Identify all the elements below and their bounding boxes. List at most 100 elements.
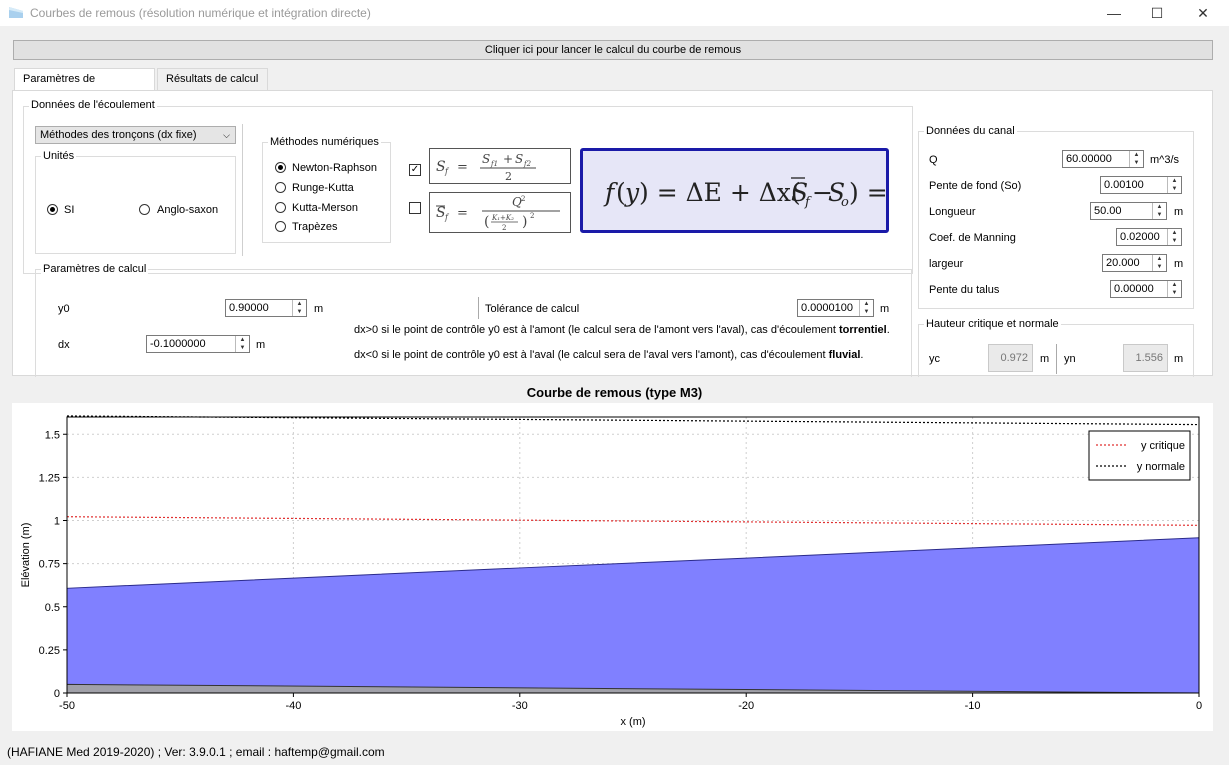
down-arrow-icon[interactable]: ▼ <box>860 308 873 316</box>
down-arrow-icon[interactable]: ▼ <box>1153 263 1166 271</box>
y0-label: y0 <box>58 303 70 315</box>
x-tick-label: 0 <box>1196 700 1202 712</box>
radio-anglo-saxon[interactable] <box>139 204 150 215</box>
y-tick-label: 1.5 <box>45 429 60 441</box>
down-arrow-icon[interactable]: ▼ <box>1153 211 1166 219</box>
radio-newton-raphson-label: Newton-Raphson <box>292 162 377 174</box>
yn-unit: m <box>1174 353 1184 365</box>
q-input[interactable]: 60.00000 ▲ ▼ <box>1062 150 1144 168</box>
length-stepper[interactable]: ▲ ▼ <box>1152 203 1166 219</box>
backwater-chart: -50 -40 -30 -20 -10 0 0 0.25 0.5 0.75 1 1.25 1.5 x (m… <box>20 415 1202 728</box>
dx-stepper[interactable]: ▲ ▼ <box>235 336 249 352</box>
yc-unit: m <box>1040 353 1050 365</box>
radio-trapezes[interactable] <box>275 221 286 232</box>
title-bar: Courbes de remous (résolution numérique … <box>0 0 1229 26</box>
svg-text:f1: f1 <box>490 160 498 168</box>
run-calculation-button[interactable]: Cliquer ici pour lancer le calcul du cou… <box>13 40 1213 60</box>
note-text: dx>0 si le point de contrôle y0 est à l'… <box>354 324 840 336</box>
tolerance-stepper[interactable]: ▲ ▼ <box>859 300 873 316</box>
down-arrow-icon[interactable]: ▼ <box>1130 159 1143 167</box>
length-input[interactable]: 50.00 ▲ ▼ <box>1090 202 1167 220</box>
y0-stepper[interactable]: ▲ ▼ <box>292 300 306 316</box>
down-arrow-icon[interactable]: ▼ <box>236 344 249 352</box>
up-arrow-icon[interactable]: ▲ <box>860 300 873 308</box>
maximize-button[interactable]: ☐ <box>1134 0 1180 26</box>
minimize-button[interactable]: — <box>1091 0 1137 26</box>
svg-text:) = 0: ) = 0 <box>849 178 886 207</box>
close-button[interactable]: ✕ <box>1180 0 1226 26</box>
y-axis-label: Elévation (m) <box>20 523 32 588</box>
down-arrow-icon[interactable]: ▼ <box>1168 289 1181 297</box>
method-select[interactable]: Méthodes des tronçons (dx fixe) ⌵ <box>35 126 236 144</box>
flow-data-title: Données de l'écoulement <box>29 99 157 111</box>
svg-text:S: S <box>515 152 523 166</box>
numerical-methods-title: Méthodes numériques <box>268 136 381 148</box>
svg-text:f: f <box>444 167 450 176</box>
talus-value: 0.00000 <box>1114 283 1154 295</box>
radio-si[interactable] <box>47 204 58 215</box>
manning-input[interactable]: 0.02000 ▲ ▼ <box>1116 228 1182 246</box>
svg-text:K₁+K₂: K₁+K₂ <box>491 214 514 222</box>
y0-input[interactable]: 0.90000 ▲ ▼ <box>225 299 307 317</box>
svg-text:=: = <box>457 206 468 221</box>
dx-input[interactable]: -0.1000000 ▲ ▼ <box>146 335 250 353</box>
up-arrow-icon[interactable]: ▲ <box>236 336 249 344</box>
q-label: Q <box>929 154 938 166</box>
divider <box>1056 344 1057 374</box>
radio-newton-raphson[interactable] <box>275 162 286 173</box>
down-arrow-icon[interactable]: ▼ <box>1168 237 1181 245</box>
svg-text:f: f <box>804 195 812 210</box>
up-arrow-icon[interactable]: ▲ <box>1130 151 1143 159</box>
talus-stepper[interactable]: ▲ ▼ <box>1167 281 1181 297</box>
down-arrow-icon[interactable]: ▼ <box>293 308 306 316</box>
radio-anglo-saxon-label: Anglo-saxon <box>157 204 219 216</box>
calc-params-title: Paramètres de calcul <box>41 263 149 275</box>
series-line-y-critique <box>66 516 1200 526</box>
legend-label: y critique <box>1141 440 1185 452</box>
slope-value: 0.00100 <box>1104 179 1144 191</box>
q-value: 60.00000 <box>1066 153 1112 165</box>
up-arrow-icon[interactable]: ▲ <box>1168 281 1181 289</box>
formula-2-checkbox[interactable] <box>409 202 421 214</box>
up-arrow-icon[interactable]: ▲ <box>1168 177 1181 185</box>
svg-text:2: 2 <box>502 224 506 232</box>
svg-text:(: ( <box>484 214 489 230</box>
down-arrow-icon[interactable]: ▼ <box>1168 185 1181 193</box>
slope-input[interactable]: 0.00100 ▲ ▼ <box>1100 176 1182 194</box>
up-arrow-icon[interactable]: ▲ <box>1153 255 1166 263</box>
up-arrow-icon[interactable]: ▲ <box>1153 203 1166 211</box>
radio-kutta-merson[interactable] <box>275 202 286 213</box>
sf-average-formula-image: S f = S f1 + S f2 2 <box>429 148 571 184</box>
up-arrow-icon[interactable]: ▲ <box>293 300 306 308</box>
tab-simulation-params[interactable]: Paramètres de simulation <box>14 68 155 105</box>
app-icon <box>9 7 23 18</box>
formula-1-checkbox[interactable]: ✓ <box>409 164 421 176</box>
yn-label: yn <box>1064 353 1076 365</box>
length-value: 50.00 <box>1094 205 1122 217</box>
divider <box>478 297 479 319</box>
svg-text:=: = <box>457 160 468 175</box>
note-text: . <box>860 349 864 361</box>
y-tick-label: 0.75 <box>39 559 60 571</box>
radio-runge-kutta[interactable] <box>275 182 286 193</box>
svg-text:f: f <box>444 213 450 222</box>
yc-label: yc <box>929 353 940 365</box>
width-stepper[interactable]: ▲ ▼ <box>1152 255 1166 271</box>
manning-stepper[interactable]: ▲ ▼ <box>1167 229 1181 245</box>
svg-text:2: 2 <box>505 170 512 183</box>
width-input[interactable]: 20.000 ▲ ▼ <box>1102 254 1167 272</box>
note-text: dx<0 si le point de contrôle y0 est à l'… <box>354 349 829 361</box>
y0-value: 0.90000 <box>229 302 269 314</box>
q-stepper[interactable]: ▲ ▼ <box>1129 151 1143 167</box>
slope-stepper[interactable]: ▲ ▼ <box>1167 177 1181 193</box>
up-arrow-icon[interactable]: ▲ <box>1168 229 1181 237</box>
tolerance-input[interactable]: 0.0000100 ▲ ▼ <box>797 299 874 317</box>
svg-text:y: y <box>624 178 640 207</box>
y-tick-label: 0.5 <box>45 602 60 614</box>
water-profile-area <box>66 537 1200 694</box>
tab-results[interactable]: Résultats de calcul <box>157 68 268 90</box>
svg-text:2: 2 <box>521 195 525 203</box>
x-axis-label: x (m) <box>620 716 645 728</box>
talus-input[interactable]: 0.00000 ▲ ▼ <box>1110 280 1182 298</box>
y0-unit: m <box>314 303 324 315</box>
